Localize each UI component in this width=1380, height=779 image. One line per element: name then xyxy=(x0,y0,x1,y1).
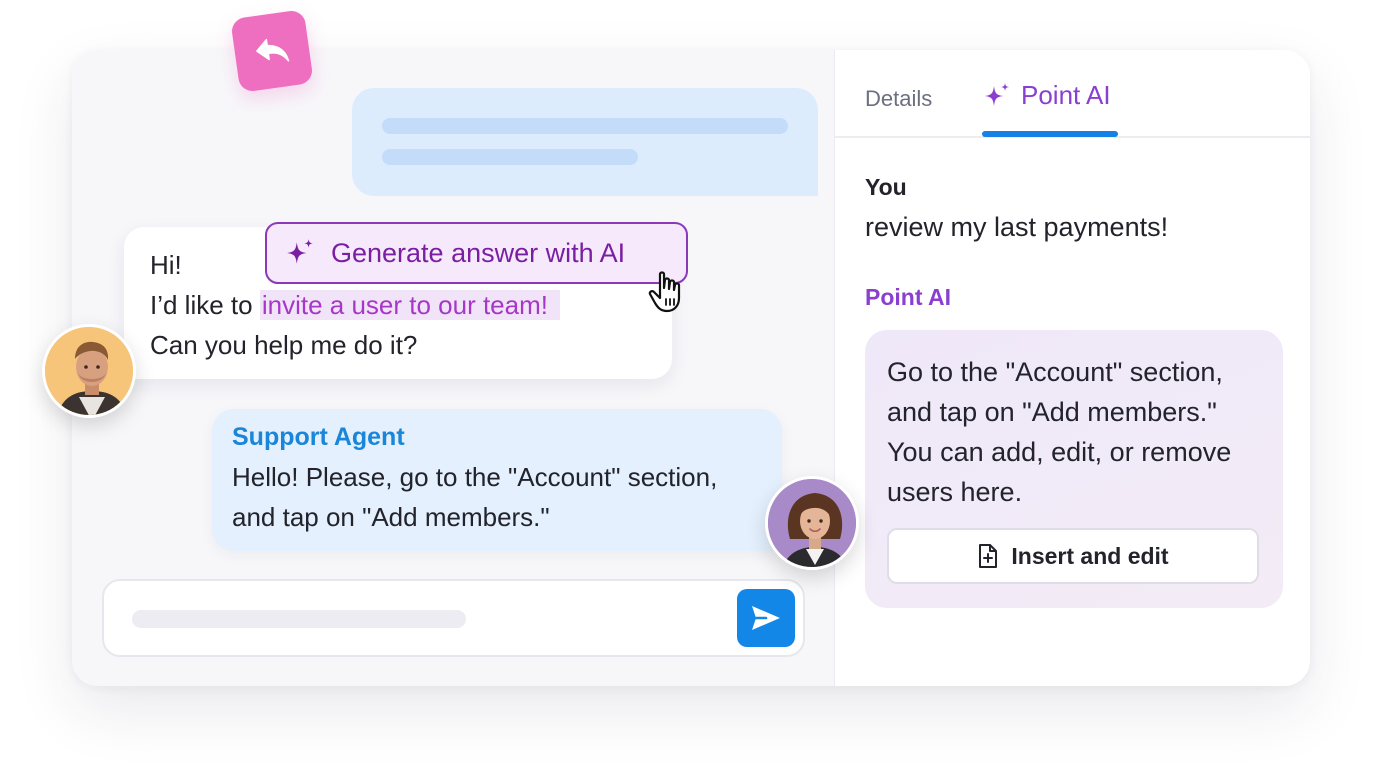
agent-message: Support Agent Hello! Please, go to the "… xyxy=(212,409,782,551)
placeholder-line xyxy=(382,149,638,165)
chat-card: Hi! I’d like to invite a user to our tea… xyxy=(72,50,1310,686)
active-tab-indicator xyxy=(982,131,1118,137)
side-panel: Details Point AI You review my last paym… xyxy=(834,50,1310,686)
send-icon xyxy=(752,606,780,630)
generate-answer-button[interactable]: Generate answer with AI xyxy=(265,222,688,284)
generate-answer-label: Generate answer with AI xyxy=(331,237,626,268)
send-button[interactable] xyxy=(737,589,795,647)
ai-answer-box: Go to the "Account" section, and tap on … xyxy=(865,330,1283,608)
sparkle-icon xyxy=(985,82,1009,106)
tab-point-ai[interactable]: Point AI xyxy=(983,80,1111,111)
customer-avatar xyxy=(42,324,136,418)
message-input[interactable] xyxy=(102,579,805,657)
reply-icon xyxy=(256,38,290,62)
side-tabs: Details Point AI xyxy=(835,50,1310,138)
you-message: review my last payments! xyxy=(865,212,1169,242)
highlighted-text[interactable]: invite a user to our team! xyxy=(259,290,560,320)
you-label: You xyxy=(865,174,907,200)
sparkle-icon xyxy=(287,239,313,264)
hand-pointer-icon xyxy=(648,270,688,319)
tab-point-ai-label: Point AI xyxy=(1021,80,1111,110)
customer-line-2-prefix: I’d like to xyxy=(150,290,253,320)
reply-badge[interactable] xyxy=(230,9,314,93)
agent-avatar xyxy=(765,476,859,570)
placeholder-message xyxy=(352,88,818,196)
agent-name: Support Agent xyxy=(232,423,405,451)
ai-answer-text: Go to the "Account" section, and tap on … xyxy=(887,357,1232,507)
insert-and-edit-label: Insert and edit xyxy=(1011,542,1169,569)
input-placeholder xyxy=(132,610,466,628)
agent-message-text: Hello! Please, go to the "Account" secti… xyxy=(232,462,718,532)
placeholder-line xyxy=(382,118,788,134)
customer-line-2: I’d like to invite a user to our team! xyxy=(150,285,646,325)
document-add-icon xyxy=(979,544,998,568)
insert-and-edit-button[interactable]: Insert and edit xyxy=(887,528,1259,584)
chat-pane: Hi! I’d like to invite a user to our tea… xyxy=(72,50,834,686)
point-ai-label: Point AI xyxy=(865,284,952,310)
customer-line-3: Can you help me do it? xyxy=(150,330,418,360)
tab-details[interactable]: Details xyxy=(865,86,932,112)
